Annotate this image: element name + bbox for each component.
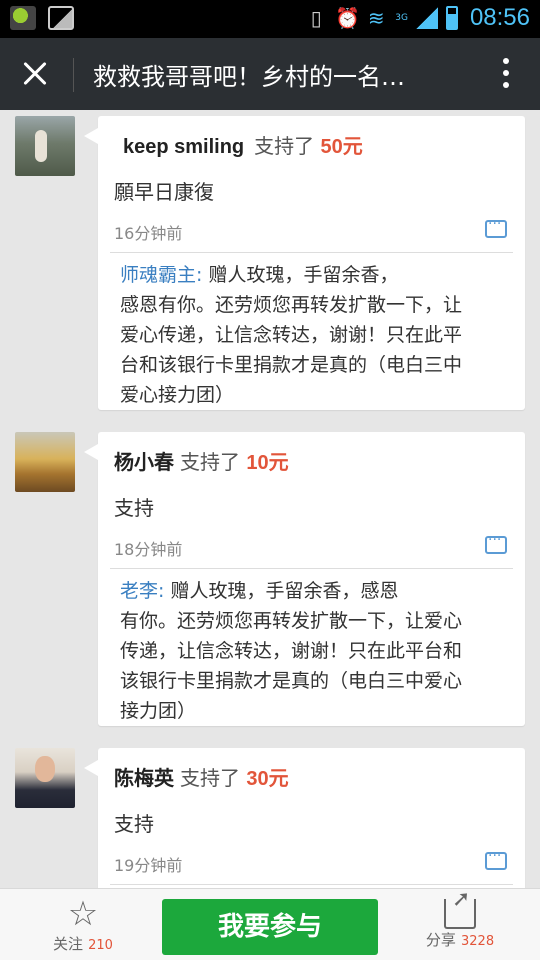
support-amount: 30元	[246, 768, 289, 790]
comment-header: 陈梅英 支持了 30元	[114, 762, 289, 791]
supporter-name[interactable]: 杨小春	[114, 452, 174, 474]
reply-line: 爱心接力团）	[120, 384, 235, 406]
comment-feed[interactable]: keep smiling 支持了 50元 願早日康復 16分钟前 师魂霸主: 赠人…	[0, 110, 540, 888]
reply-line: 爱心传递，让信念转达，谢谢！只在此平	[120, 324, 463, 346]
vibrate-icon: ▯	[310, 6, 322, 30]
reply-line: 台和该银行卡里捐款才是真的（电白三中	[120, 354, 463, 376]
comment-message: 支持	[114, 496, 154, 520]
comment-card: 陈梅英 支持了 30元 支持 19分钟前	[84, 748, 525, 888]
clock: 08:56	[469, 4, 530, 31]
follow-button[interactable]: ☆ 关注 210	[48, 895, 118, 954]
reply-line: 赠人玫瑰，手留余香，	[202, 264, 399, 286]
support-label: 支持了	[180, 766, 240, 790]
title-bar: 救救我哥哥吧！乡村的一名…	[0, 38, 540, 110]
comment-card: 杨小春支持了 10元 支持 18分钟前 老李: 赠人玫瑰，手留余香，感恩 有你。…	[84, 432, 525, 726]
comment-message: 支持	[114, 812, 154, 836]
comment-time: 16分钟前	[114, 224, 183, 243]
title-divider	[73, 58, 74, 92]
reply-icon[interactable]	[485, 848, 507, 870]
notification-icon	[10, 6, 36, 30]
reply-icon[interactable]	[485, 532, 507, 554]
battery-icon	[445, 6, 458, 30]
comment-card: keep smiling 支持了 50元 願早日康復 16分钟前 师魂霸主: 赠人…	[84, 116, 525, 410]
supporter-name[interactable]: keep smiling	[123, 136, 244, 158]
divider	[110, 884, 513, 885]
gallery-icon	[48, 6, 74, 30]
reply-line: 赠人玫瑰，手留余香，感恩	[164, 580, 399, 602]
avatar[interactable]	[15, 432, 75, 492]
follow-label: 关注	[53, 935, 84, 953]
divider	[110, 252, 513, 253]
comment-time: 19分钟前	[114, 856, 183, 875]
comment-header: 杨小春 支持了 10元	[114, 446, 289, 475]
reply-line: 传递，让信念转达，谢谢！只在此平台和	[120, 640, 463, 662]
avatar[interactable]	[15, 748, 75, 808]
share-count: 3228	[461, 934, 495, 949]
reply-text: 师魂霸主: 赠人玫瑰，手留余香， 感恩有你。还劳烦您再转发扩散一下，让 爱心传递…	[120, 260, 510, 410]
share-button[interactable]: 分享 3228	[420, 887, 500, 950]
reply-line: 感恩有你。还劳烦您再转发扩散一下，让	[120, 294, 463, 316]
reply-line: 接力团）	[120, 700, 197, 722]
network-type: 3G	[395, 13, 408, 23]
page-title: 救救我哥哥吧！乡村的一名…	[93, 63, 405, 91]
support-label: 支持了	[180, 450, 240, 474]
support-amount: 10元	[246, 452, 289, 474]
support-label: 支持了	[254, 134, 315, 158]
support-amount: 50元	[320, 136, 363, 158]
alarm-icon: ⏰	[335, 6, 361, 30]
more-menu-icon[interactable]	[502, 58, 510, 92]
star-icon[interactable]: ☆	[48, 895, 118, 933]
join-button[interactable]: 我要参与	[162, 899, 378, 955]
comment-header: keep smiling 支持了 50元	[123, 130, 363, 159]
reply-line: 有你。还劳烦您再转发扩散一下，让爱心	[120, 610, 463, 632]
comment-time: 18分钟前	[114, 540, 183, 559]
divider	[110, 568, 513, 569]
wifi-icon: ≋	[367, 6, 385, 30]
comment-message: 願早日康復	[114, 180, 214, 204]
supporter-name[interactable]: 陈梅英	[114, 768, 174, 790]
avatar[interactable]	[15, 116, 75, 176]
reply-line: 该银行卡里捐款才是真的（电白三中爱心	[120, 670, 463, 692]
share-icon[interactable]	[444, 887, 476, 929]
share-label: 分享	[425, 931, 456, 949]
signal-icon	[415, 7, 438, 29]
reply-author[interactable]: 老李:	[120, 580, 164, 602]
status-bar: ▯ ⏰ ≋ 3G 08:56	[0, 0, 540, 38]
reply-text: 老李: 赠人玫瑰，手留余香，感恩 有你。还劳烦您再转发扩散一下，让爱心 传递，让…	[120, 576, 510, 726]
reply-author[interactable]: 师魂霸主:	[120, 264, 202, 286]
follow-count: 210	[88, 938, 113, 953]
close-icon[interactable]	[16, 54, 56, 94]
reply-icon[interactable]	[485, 216, 507, 238]
bottom-action-bar: ☆ 关注 210 我要参与 分享 3228	[0, 887, 540, 960]
